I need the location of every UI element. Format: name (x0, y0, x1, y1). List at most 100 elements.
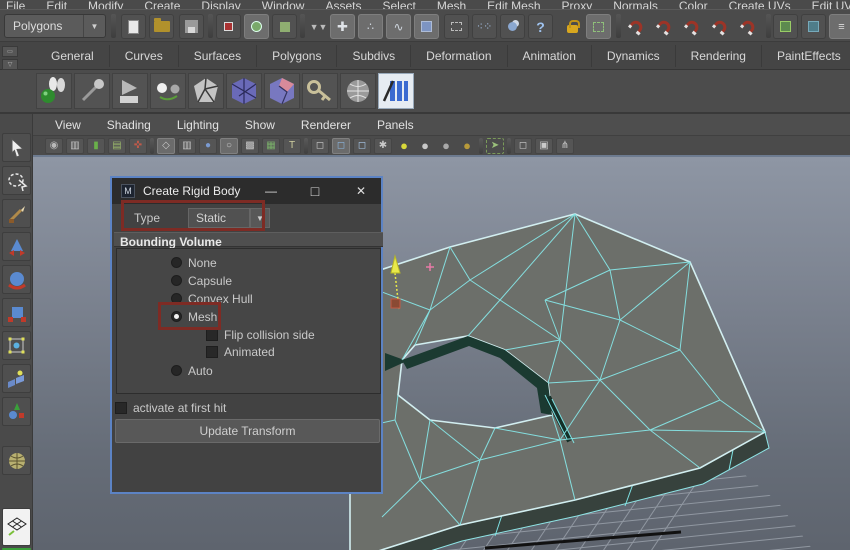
shelf-tab-rendering[interactable]: Rendering (676, 44, 762, 67)
menu-mesh[interactable]: Mesh (437, 0, 466, 9)
panel-menu-shading[interactable]: Shading (107, 118, 151, 132)
snap-grid-button[interactable] (624, 14, 649, 39)
snap-point-button[interactable] (680, 14, 705, 39)
select-tool-button[interactable] (2, 133, 31, 162)
selection-mask-collapse-button[interactable]: ▼▼ (306, 14, 331, 39)
shelf-tab-animation[interactable]: Animation (508, 44, 592, 67)
output-connections-button[interactable] (801, 14, 826, 39)
filter-particles-button[interactable]: ⁖⁘ (472, 14, 497, 39)
statusline-divider[interactable] (208, 14, 213, 38)
shelf-tab-painteffects[interactable]: PaintEffects (762, 45, 850, 67)
soft-modification-tool-button[interactable] (2, 364, 31, 393)
shelf-tab-subdivs[interactable]: Subdivs (337, 44, 412, 67)
menu-assets[interactable]: Assets (325, 0, 361, 9)
move-rotate-scale-tool-button[interactable] (2, 397, 31, 426)
snap-curve-button[interactable] (652, 14, 677, 39)
move-tool-button[interactable] (2, 232, 31, 261)
scale-tool-button[interactable] (2, 298, 31, 327)
shelf-tab-curves[interactable]: Curves (110, 44, 179, 67)
select-component-mode-button[interactable] (272, 14, 297, 39)
shelf-arrow-button[interactable]: ▽ (2, 59, 18, 70)
textured-display-icon[interactable]: ▦ (262, 137, 280, 154)
universal-manipulator-button[interactable] (2, 331, 31, 360)
dialog-titlebar[interactable]: M Create Rigid Body — □ ✕ (112, 178, 381, 204)
selection-help-button[interactable]: ? (528, 14, 553, 39)
menu-display[interactable]: Display (201, 0, 240, 9)
shelf-icon-collision-plane[interactable] (112, 73, 148, 109)
menu-edit-uvs[interactable]: Edit UVs (812, 0, 850, 9)
radio-none[interactable] (171, 257, 182, 268)
new-scene-button[interactable] (121, 14, 146, 39)
chevron-down-icon[interactable]: ▼ (83, 15, 105, 37)
paint-select-tool-button[interactable] (2, 199, 31, 228)
light-yellow-icon[interactable]: ● (395, 138, 413, 154)
use-lights-icon[interactable]: T (283, 137, 301, 154)
shelf-icon-rigid-body-pins[interactable] (36, 73, 72, 109)
minimize-button[interactable]: — (260, 184, 282, 198)
radio-capsule[interactable] (171, 275, 182, 286)
checkbox-flip-collision-side[interactable] (206, 329, 218, 341)
select-camera-icon[interactable]: ◉ (45, 137, 63, 154)
wireframe-display-icon[interactable]: ◇ (157, 137, 175, 154)
menu-color[interactable]: Color (679, 0, 708, 9)
shelf-tab-dynamics[interactable]: Dynamics (592, 44, 676, 67)
select-object-mode-button[interactable] (244, 14, 269, 39)
filter-handles-button[interactable]: ✚ (330, 14, 355, 39)
menu-edit-mesh[interactable]: Edit Mesh (487, 0, 540, 9)
scene-cube-icon[interactable]: ◻ (514, 137, 532, 154)
menu-proxy[interactable]: Proxy (562, 0, 593, 9)
shelf-icon-set-key[interactable] (302, 73, 338, 109)
bookmarks-icon[interactable]: ▮ (87, 137, 105, 154)
statusline-divider[interactable] (616, 14, 621, 38)
menu-file[interactable]: File (6, 0, 25, 9)
save-scene-button[interactable] (179, 14, 204, 39)
menu-normals[interactable]: Normals (613, 0, 658, 9)
manipulator-pivot-handle[interactable] (390, 298, 401, 309)
light-silver-icon[interactable]: ● (437, 138, 455, 154)
filter-emitters-button[interactable] (500, 14, 525, 39)
menu-window[interactable]: Window (262, 0, 305, 9)
shelf-tab-surfaces[interactable]: Surfaces (179, 44, 258, 67)
menu-modify[interactable]: Modify (88, 0, 123, 9)
menu-select[interactable]: Select (382, 0, 415, 9)
shaded-cube-icon[interactable]: ◻ (332, 137, 350, 154)
textured-cube-icon[interactable]: ◻ (353, 137, 371, 154)
panel-menu-renderer[interactable]: Renderer (301, 118, 351, 132)
last-tool-used-button[interactable] (2, 446, 31, 475)
filter-surfaces-button[interactable] (414, 14, 439, 39)
panel-menu-lighting[interactable]: Lighting (177, 118, 219, 132)
highlight-select-viewport-icon[interactable]: ➤ (486, 137, 504, 154)
checkbox-activate-at-first-hit[interactable] (115, 402, 127, 414)
layer-overrides-icon[interactable]: ▣ (535, 137, 553, 154)
panel-menu-panels[interactable]: Panels (377, 118, 414, 132)
panel-menu-view[interactable]: View (55, 118, 81, 132)
shelf-tab-general[interactable]: General (36, 44, 110, 67)
highlight-selection-button[interactable] (586, 14, 611, 39)
isolate-select-icon[interactable]: ✜ (129, 137, 147, 154)
shelf-tab-polygons[interactable]: Polygons (257, 44, 338, 67)
light-gray-icon[interactable]: ● (416, 138, 434, 154)
open-scene-button[interactable] (149, 14, 174, 39)
statusline-divider[interactable] (111, 14, 116, 38)
close-button[interactable]: ✕ (350, 184, 372, 198)
menu-create-uvs[interactable]: Create UVs (729, 0, 791, 9)
shelf-tab-deformation[interactable]: Deformation (411, 44, 508, 67)
construction-history-button[interactable]: ≡ (829, 14, 850, 39)
lasso-tool-button[interactable] (2, 166, 31, 195)
statusline-divider[interactable] (766, 14, 771, 38)
lock-selection-button[interactable] (560, 14, 585, 39)
radio-auto[interactable] (171, 365, 182, 376)
menu-create[interactable]: Create (144, 0, 180, 9)
filter-marquee-button[interactable] (444, 14, 469, 39)
share-nodes-icon[interactable]: ⋔ (556, 137, 574, 154)
shelf-icon-custom-script[interactable] (378, 73, 414, 109)
input-connections-button[interactable] (773, 14, 798, 39)
xray-display-icon[interactable]: ▩ (241, 137, 259, 154)
filter-curves-button[interactable]: ∿ (386, 14, 411, 39)
shelf-icon-shatter[interactable] (188, 73, 224, 109)
type-dropdown[interactable]: Static (188, 208, 250, 228)
shelf-icon-surface-shatter[interactable] (264, 73, 300, 109)
camera-attributes-icon[interactable]: ▥ (66, 137, 84, 154)
type-dropdown-arrow-icon[interactable]: ▼ (250, 208, 270, 228)
make-live-button[interactable] (736, 14, 761, 39)
